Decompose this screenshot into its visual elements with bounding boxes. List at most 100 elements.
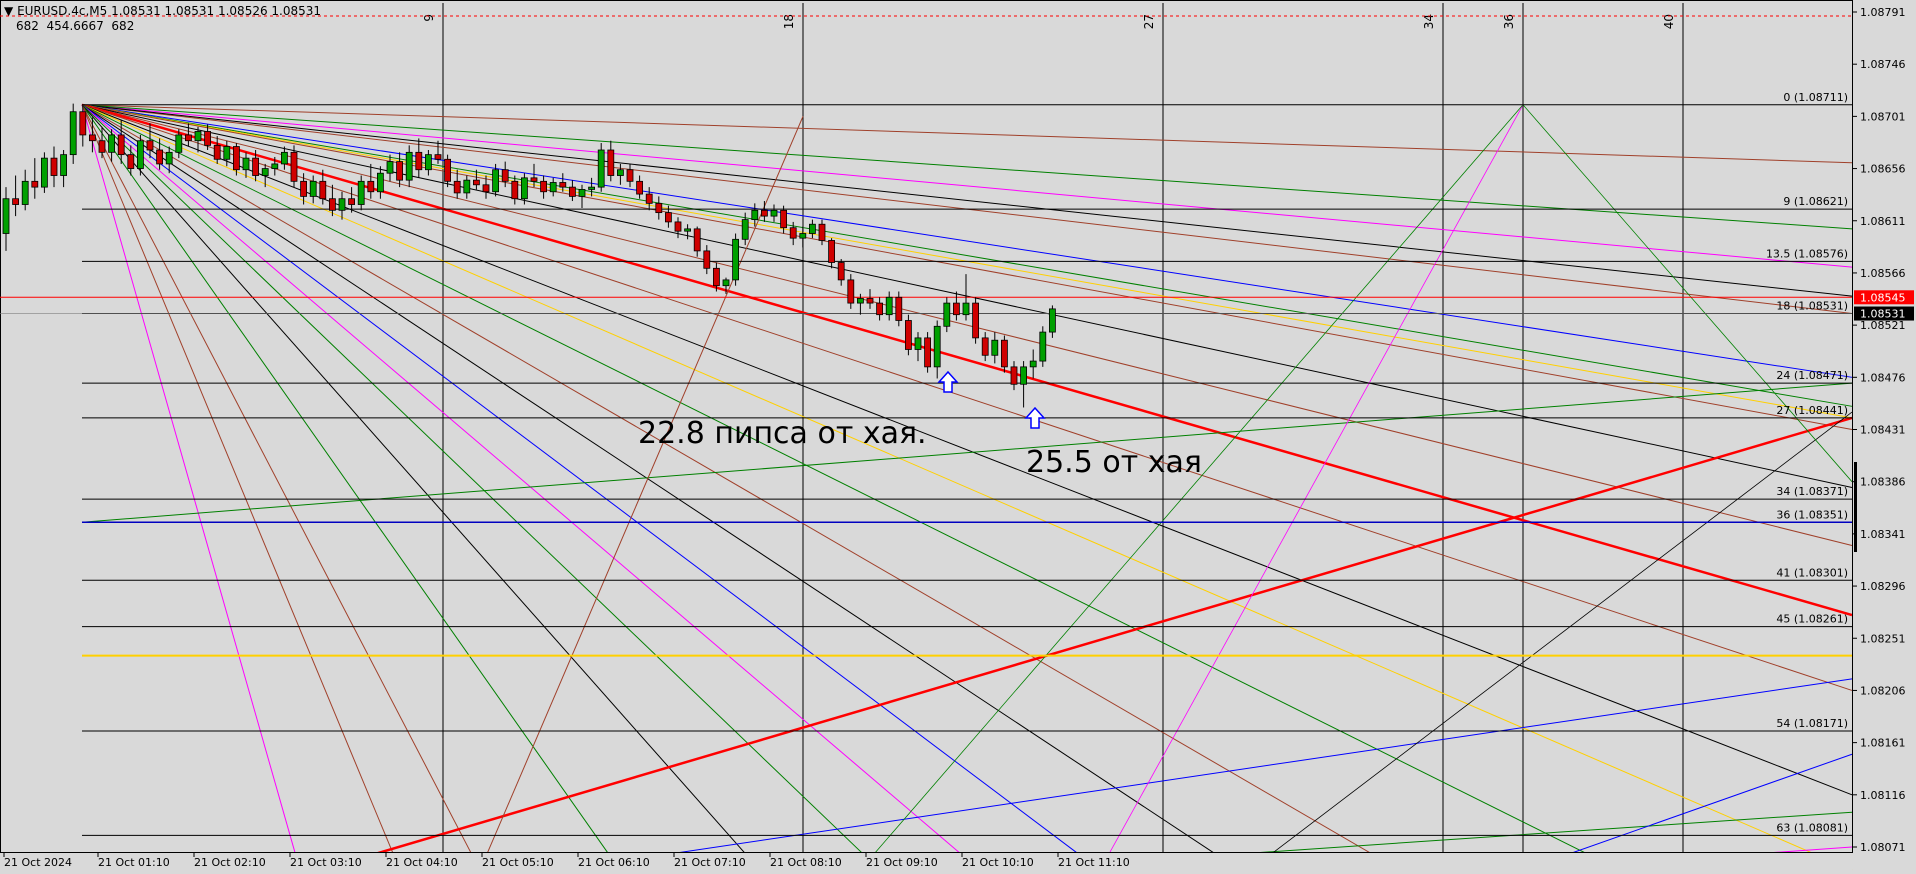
time-tick-label: 21 Oct 08:10 xyxy=(770,856,842,869)
price-tick-label: 1.08521 xyxy=(1860,319,1906,332)
candle-body xyxy=(50,157,58,176)
price-chart[interactable]: 9 18 27 34 36 40 0 (1.08711)9 (1.08621)13.5 (… xyxy=(0,0,1916,874)
level-label: 41 (1.08301) xyxy=(1776,566,1848,579)
price-tick-label: 1.08116 xyxy=(1860,789,1906,802)
candle-body xyxy=(789,227,797,239)
candle-body xyxy=(885,296,893,316)
price-tick-label: 1.08296 xyxy=(1860,580,1906,593)
fan-line xyxy=(81,104,1853,230)
trend-line xyxy=(859,104,1524,871)
candle-body xyxy=(242,157,250,171)
candle-body xyxy=(713,267,720,287)
annotation-text: 25.5 от хая xyxy=(1026,445,1202,480)
candle-body xyxy=(213,144,221,160)
candle-body xyxy=(444,158,452,182)
up-arrow-icon xyxy=(1024,406,1046,429)
candle-body xyxy=(184,134,192,142)
candle-body xyxy=(953,302,960,316)
candle-body xyxy=(31,180,39,188)
candle-body xyxy=(223,146,231,160)
candle-body xyxy=(809,223,816,234)
candle-body xyxy=(252,157,260,176)
ask-price-label: 1.08545 xyxy=(1860,291,1906,304)
level-label: 18 (1.08531) xyxy=(1776,300,1848,313)
candle-body xyxy=(684,228,691,232)
candle-body xyxy=(770,209,778,217)
time-tick-label: 21 Oct 01:10 xyxy=(98,856,170,869)
candle-body xyxy=(857,298,864,304)
candle-body xyxy=(914,337,922,350)
price-tick-label: 1.08251 xyxy=(1860,632,1906,645)
fan-line xyxy=(81,104,481,871)
level-label: 34 (1.08371) xyxy=(1776,485,1848,498)
fan-line xyxy=(81,104,301,871)
candle-body xyxy=(300,180,308,197)
bid-price-label: 1.08531 xyxy=(1860,308,1906,321)
candle-body xyxy=(405,151,413,181)
candle-body xyxy=(1010,366,1018,385)
price-tick-label: 1.08161 xyxy=(1860,737,1906,750)
fan-line xyxy=(81,104,1853,488)
fan-line xyxy=(81,104,1241,871)
candle-body xyxy=(501,169,509,182)
candle-body xyxy=(175,134,183,153)
candle-body xyxy=(866,298,874,304)
candle-body xyxy=(943,302,951,327)
price-tick-label: 1.08476 xyxy=(1860,371,1906,384)
price-tick-label: 1.08791 xyxy=(1860,6,1906,19)
candle-body xyxy=(127,154,135,169)
candle-body xyxy=(367,180,375,193)
fan-line xyxy=(81,104,1853,268)
fan-line xyxy=(81,104,981,871)
candle-body xyxy=(626,169,634,182)
fan-line xyxy=(81,104,621,871)
candle-body xyxy=(1001,339,1008,368)
candle-body xyxy=(636,180,643,195)
price-tick-label: 1.08746 xyxy=(1860,58,1906,71)
price-tick-label: 1.08656 xyxy=(1860,163,1906,176)
candle-body xyxy=(89,134,96,142)
candle-body xyxy=(146,140,154,151)
candle-body xyxy=(463,179,471,194)
time-tick-label: 21 Oct 11:10 xyxy=(1058,856,1130,869)
time-tick-label: 21 Oct 07:10 xyxy=(674,856,746,869)
candle-body xyxy=(837,262,845,281)
fan-line xyxy=(81,104,761,871)
candle-body xyxy=(415,151,423,171)
fan-line xyxy=(81,104,1853,871)
time-tick-label: 21 Oct 06:10 xyxy=(578,856,650,869)
candle-body xyxy=(472,179,480,186)
candle-body xyxy=(376,172,384,193)
candle-body xyxy=(674,221,682,232)
candle-body xyxy=(261,168,269,176)
candle-body xyxy=(98,140,106,153)
candle-body xyxy=(828,240,835,263)
candle-body xyxy=(981,337,989,356)
candle-body xyxy=(549,182,557,193)
candle-body xyxy=(136,140,144,169)
price-tick-label: 1.08341 xyxy=(1860,528,1906,541)
candle-body xyxy=(972,302,979,339)
candle-body xyxy=(108,134,115,153)
level-label: 54 (1.08171) xyxy=(1776,717,1848,730)
fan-line xyxy=(81,104,1621,871)
price-tick-label: 1.08431 xyxy=(1860,424,1906,437)
candle-body xyxy=(732,238,739,281)
candle-body xyxy=(41,157,48,188)
candle-body xyxy=(895,296,903,321)
candle-body xyxy=(991,339,999,356)
candle-body xyxy=(348,198,356,205)
candle-body xyxy=(530,177,538,182)
candle-body xyxy=(386,161,394,174)
candle-body xyxy=(722,279,730,287)
candle-body xyxy=(280,151,288,165)
time-tick-label: 21 Oct 04:10 xyxy=(386,856,458,869)
fan-line xyxy=(81,104,1853,691)
trend-line xyxy=(559,678,1853,871)
candle-body xyxy=(933,325,941,368)
candle-body xyxy=(617,169,624,176)
candle-body xyxy=(338,198,346,211)
level-label: 45 (1.08261) xyxy=(1776,613,1848,626)
price-tick-label: 1.08566 xyxy=(1860,267,1906,280)
candle-body xyxy=(780,209,787,229)
